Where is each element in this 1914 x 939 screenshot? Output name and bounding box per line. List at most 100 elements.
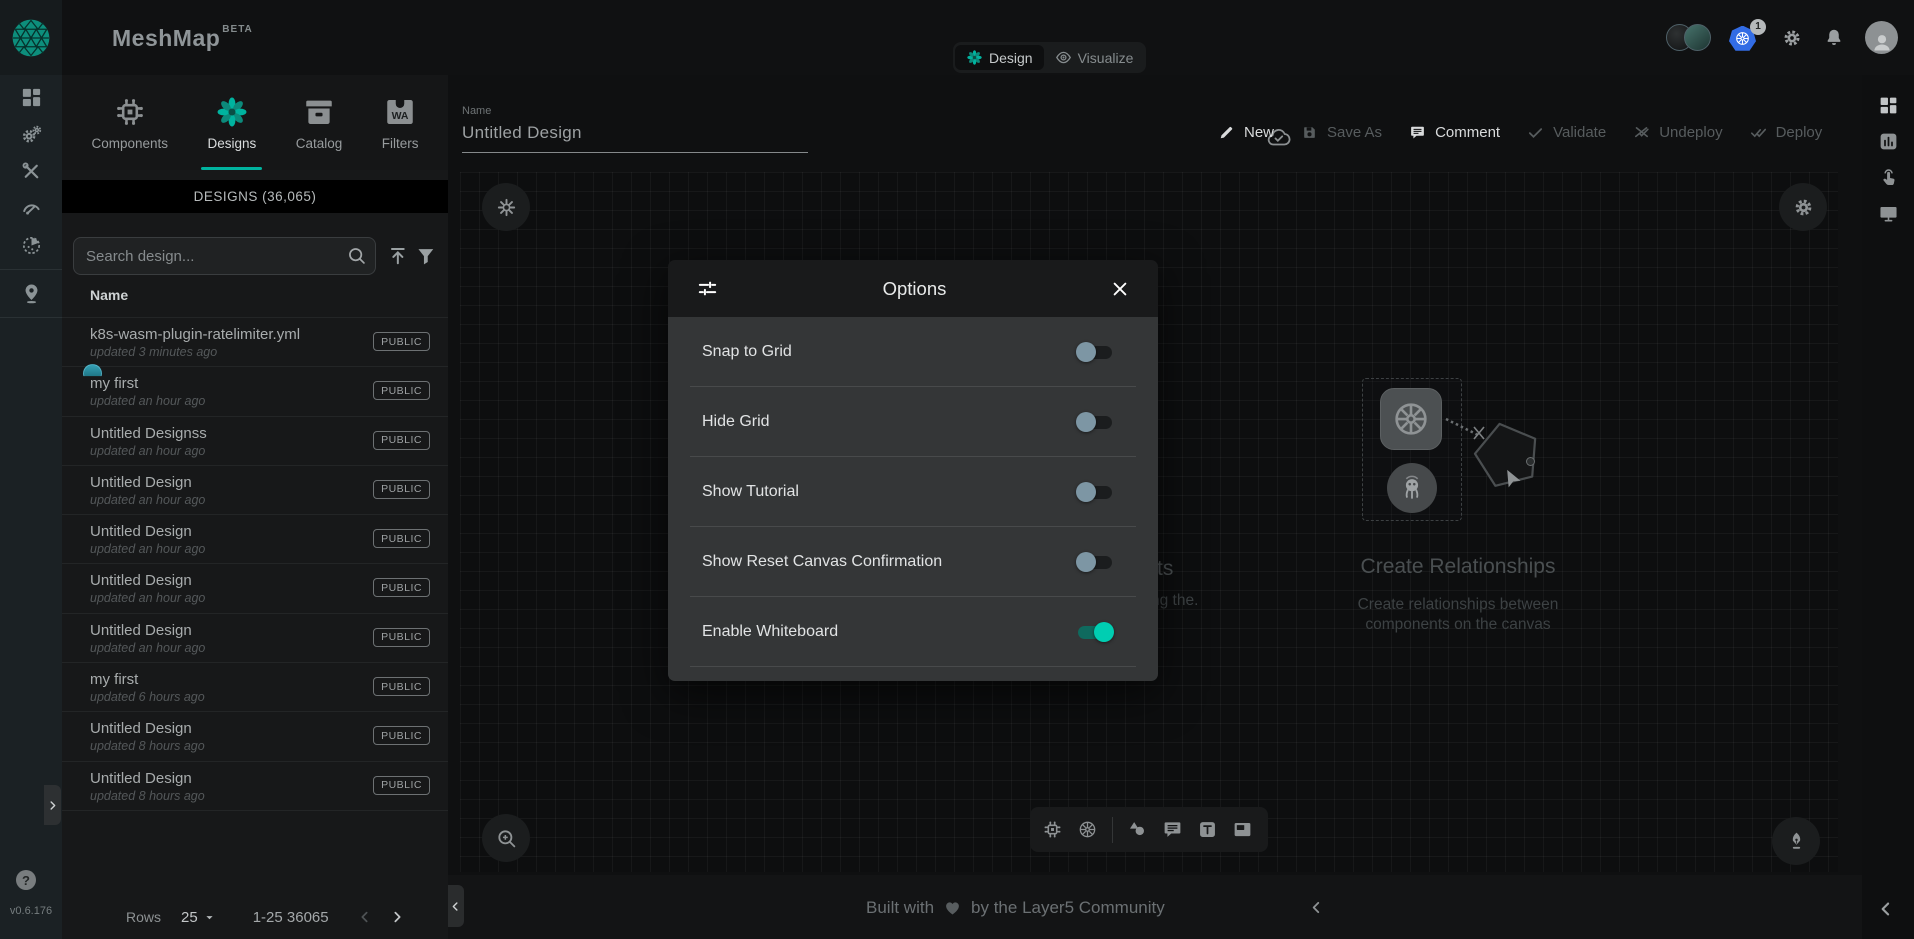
close-icon[interactable] [1110, 279, 1130, 299]
lifecycle-icon [20, 123, 43, 146]
design-row[interactable]: my firstupdated 6 hours agoPUBLIC [62, 663, 448, 712]
rail-item-conformance[interactable] [0, 227, 62, 264]
design-name-input[interactable]: Untitled Design [462, 123, 808, 153]
design-row[interactable]: Untitled Designupdated an hour agoPUBLIC [62, 614, 448, 663]
rail-item-performance[interactable] [0, 190, 62, 227]
design-row[interactable]: k8s-wasm-plugin-ratelimiter.ymlupdated 3… [62, 318, 448, 367]
page-range: 1-25 36065 [253, 909, 329, 926]
flower-icon [966, 49, 983, 66]
enable-whiteboard-toggle[interactable] [1076, 622, 1114, 642]
save-as-button[interactable]: Save As [1301, 124, 1382, 141]
next-page-button[interactable] [389, 909, 405, 925]
hidden-card-title-fragment: ts [1157, 557, 1173, 581]
left-rail-items [0, 75, 62, 323]
visibility-badge: PUBLIC [373, 776, 430, 795]
tab-designs[interactable]: Designs [197, 75, 266, 170]
new-button[interactable]: New [1218, 124, 1274, 141]
design-row[interactable]: Untitled Designupdated an hour agoPUBLIC [62, 466, 448, 515]
undeploy-button[interactable]: Undeploy [1633, 124, 1722, 141]
right-drawer-expand-button[interactable] [1876, 899, 1896, 919]
mode-visualize[interactable]: Visualize [1044, 45, 1145, 70]
undeploy-icon [1633, 124, 1650, 141]
option-label: Show Tutorial [702, 483, 799, 501]
rail-item-lifecycle[interactable] [0, 116, 62, 153]
design-row[interactable]: Untitled Designupdated 8 hours agoPUBLIC [62, 712, 448, 761]
design-row[interactable]: Untitled Designupdated 8 hours agoPUBLIC [62, 762, 448, 811]
kubernetes-context-button[interactable]: 1 [1729, 23, 1759, 53]
rail-expand-button[interactable] [44, 785, 61, 825]
rail-item-meshmap[interactable] [0, 275, 62, 312]
rail-item-dashboard[interactable] [0, 79, 62, 116]
dock-ttool-icon[interactable] [1197, 819, 1218, 840]
toolbar-label: New [1244, 124, 1274, 141]
footer-bar: Built with by the Layer5 Community [448, 875, 1862, 939]
settings-gear-icon[interactable] [1781, 27, 1803, 49]
dock-media-icon[interactable] [1232, 819, 1253, 840]
deploy-button[interactable]: Deploy [1750, 124, 1823, 141]
options-modal: Options Snap to GridHide GridShow Tutori… [668, 260, 1158, 681]
tune-sliders-icon [696, 277, 719, 300]
asterisk-gear-icon [495, 196, 518, 219]
tab-catalog[interactable]: Catalog [286, 75, 353, 170]
panel-collapse-button[interactable] [447, 885, 464, 927]
design-row[interactable]: Untitled Designssupdated an hour agoPUBL… [62, 417, 448, 466]
eye-icon [1055, 49, 1072, 66]
floppy-icon [1301, 124, 1318, 141]
rows-per-page-select[interactable]: 25 [181, 909, 217, 926]
mode-design[interactable]: Design [955, 45, 1044, 70]
strip-touch-button[interactable] [1862, 159, 1914, 195]
visibility-badge: PUBLIC [373, 480, 430, 499]
tab-components[interactable]: Components [81, 75, 178, 170]
canvas-options-button[interactable] [1779, 183, 1827, 231]
search-input[interactable] [73, 237, 376, 275]
show-tutorial-toggle[interactable] [1076, 482, 1114, 502]
help-button[interactable]: ? [16, 870, 36, 890]
option-label: Snap to Grid [702, 343, 792, 361]
rail-item-configuration[interactable] [0, 153, 62, 190]
design-list: k8s-wasm-plugin-ratelimiter.ymlupdated 3… [62, 317, 448, 811]
prev-page-button[interactable] [357, 909, 373, 925]
tab-filters[interactable]: WAFilters [372, 75, 429, 170]
designs-count-header: DESIGNS (36,065) [62, 180, 448, 213]
snap-to-grid-toggle[interactable] [1076, 342, 1114, 362]
footer-credit: Built with by the Layer5 Community [866, 897, 1165, 918]
layer5-logo[interactable] [0, 0, 62, 75]
zoom-button[interactable] [482, 814, 530, 862]
dock-chip-icon[interactable] [1042, 819, 1063, 840]
canvas-actions-button[interactable] [482, 183, 530, 231]
options-modal-title: Options [719, 278, 1110, 300]
dock-shapes-icon[interactable] [1127, 819, 1148, 840]
relationship-card-title: Create Relationships [1353, 555, 1563, 579]
notifications-bell-icon[interactable] [1823, 27, 1845, 49]
toolbar-label: Undeploy [1659, 124, 1722, 141]
chartsq-icon [1878, 131, 1899, 152]
visibility-badge: PUBLIC [373, 628, 430, 647]
dblcheck-icon [1750, 124, 1767, 141]
header-actions: 1 [1666, 0, 1898, 75]
import-design-icon[interactable] [387, 245, 409, 267]
design-row[interactable]: Untitled Designupdated an hour agoPUBLIC [62, 564, 448, 613]
canvas-toolbar: New Save As Comment Validate Undeploy Deploy [1218, 117, 1822, 147]
whiteboard-pen-button[interactable] [1772, 817, 1820, 865]
validate-button[interactable]: Validate [1527, 124, 1606, 141]
bottom-drawer-chevron[interactable] [1308, 899, 1325, 916]
strip-dashboard-button[interactable] [1862, 87, 1914, 123]
collaborator-avatars[interactable] [1666, 24, 1711, 51]
strip-chartsq-button[interactable] [1862, 123, 1914, 159]
pencil-icon [1218, 124, 1235, 141]
collaborator-avatar-2[interactable] [1684, 24, 1711, 51]
tab-label: Components [91, 136, 168, 151]
user-avatar[interactable] [1865, 21, 1898, 54]
cursor-arrow-icon [1501, 468, 1525, 492]
hide-grid-toggle[interactable] [1076, 412, 1114, 432]
right-tools [1862, 75, 1914, 231]
comment-button[interactable]: Comment [1409, 124, 1500, 141]
show-reset-canvas-confirmation-toggle[interactable] [1076, 552, 1114, 572]
filter-icon[interactable] [415, 245, 437, 267]
design-row[interactable]: my firstupdated an hour agoPUBLIC [62, 367, 448, 416]
tab-label: Catalog [296, 136, 343, 151]
dock-k8swheel-icon[interactable] [1077, 819, 1098, 840]
dock-comment-icon[interactable] [1162, 819, 1183, 840]
strip-monitor-button[interactable] [1862, 195, 1914, 231]
design-row[interactable]: Untitled Designupdated an hour agoPUBLIC [62, 515, 448, 564]
